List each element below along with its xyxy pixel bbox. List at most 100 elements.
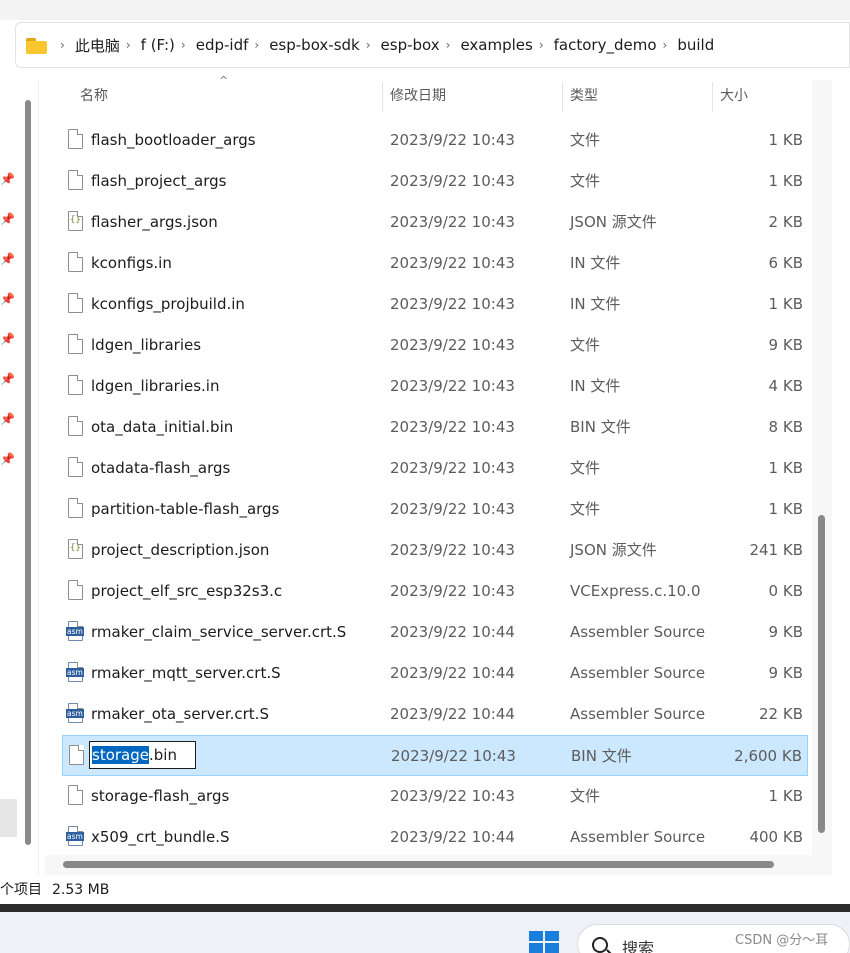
column-header-name[interactable]: 名称 [80,78,108,116]
navigation-selected-item[interactable] [0,799,17,837]
file-name[interactable]: kconfigs.in [91,243,172,284]
chevron-right-icon[interactable]: › [539,38,544,52]
breadcrumb-item[interactable]: factory_demo [554,36,657,54]
vertical-scrollbar-thumb[interactable] [818,515,825,833]
file-modified-date: 2023/9/22 10:43 [390,500,515,518]
breadcrumb-item[interactable]: esp-box-sdk [269,36,360,54]
breadcrumb-item[interactable]: esp-box [381,36,440,54]
file-row[interactable]: project_elf_src_esp32s3.c 2023/9/22 10:43… [62,571,808,612]
assembler-file-icon: asm [66,662,84,682]
column-divider[interactable] [712,82,713,112]
file-row[interactable]: asm rmaker_mqtt_server.crt.S 2023/9/22 10:… [62,653,808,694]
windows-start-icon[interactable] [529,931,559,953]
file-icon [68,129,83,149]
file-name[interactable]: storage-flash_args [91,776,229,817]
file-type: Assembler Source [570,664,706,682]
file-row[interactable]: asm rmaker_ota_server.crt.S 2023/9/22 10:4… [62,694,808,735]
column-header-size[interactable]: 大小 [720,78,748,116]
file-type: BIN 文件 [570,418,631,436]
json-file-icon: {} [68,211,83,231]
file-row[interactable]: ota_data_initial.bin 2023/9/22 10:43 BIN 文… [62,407,808,448]
file-size: 9 KB [768,623,803,641]
file-name[interactable]: ota_data_initial.bin [91,407,233,448]
file-row[interactable]: {} flasher_args.json 2023/9/22 10:43 JSON 源… [62,202,808,243]
file-name[interactable]: flasher_args.json [91,202,218,243]
file-row[interactable]: flash_project_args 2023/9/22 10:43 文件 1 KB [62,161,808,202]
column-header-date[interactable]: 修改日期 [390,78,446,116]
breadcrumb-item[interactable]: build [677,36,714,54]
file-row[interactable]: partition-table-flash_args 2023/9/22 10:4… [62,489,808,530]
chevron-right-icon[interactable]: › [126,38,131,52]
file-modified-date: 2023/9/22 10:43 [390,295,515,313]
file-name[interactable]: otadata-flash_args [91,448,230,489]
breadcrumb: › 此电脑 › f (F:) › edp-idf › esp-box-sdk › esp-box ›… [54,35,714,56]
address-bar[interactable]: › 此电脑 › f (F:) › edp-idf › esp-box-sdk › esp-box ›… [15,22,850,68]
column-header-row: 名称 ^ 修改日期 类型 大小 [62,74,808,116]
file-row[interactable]: kconfigs_projbuild.in 2023/9/22 10:43 IN 文… [62,284,808,325]
file-row[interactable]: asm x509_crt_bundle.S 2023/9/22 10:44 Assem… [62,817,808,858]
file-icon [69,745,84,765]
pin-icon: 📌 [0,292,15,306]
file-name[interactable]: project_description.json [91,530,269,571]
folder-icon [26,37,48,54]
file-type: Assembler Source [570,705,706,723]
chevron-right-icon[interactable]: › [181,38,186,52]
navigation-pane-scrollbar[interactable] [25,100,31,845]
file-row[interactable]: otadata-flash_args 2023/9/22 10:43 文件 1 KB [62,448,808,489]
chevron-right-icon[interactable]: › [366,38,371,52]
file-modified-date: 2023/9/22 10:43 [390,787,515,805]
status-selection-size: 2.53 MB [52,882,110,898]
pin-icon: 📌 [0,412,15,426]
column-divider[interactable] [562,82,563,112]
file-name[interactable]: kconfigs_projbuild.in [91,284,245,325]
breadcrumb-item[interactable]: f (F:) [141,36,175,54]
asm-badge: asm [66,832,84,841]
window-top-strip [0,0,850,20]
file-size: 1 KB [768,172,803,190]
file-row[interactable]: flash_bootloader_args 2023/9/22 10:43 文件 1 … [62,120,808,161]
breadcrumb-item[interactable]: examples [460,36,532,54]
file-row[interactable]: kconfigs.in 2023/9/22 10:43 IN 文件 6 KB [62,243,808,284]
breadcrumb-item[interactable]: edp-idf [196,36,249,54]
file-name[interactable]: partition-table-flash_args [91,489,279,530]
file-name[interactable]: rmaker_mqtt_server.crt.S [91,653,281,694]
file-name[interactable]: rmaker_claim_service_server.crt.S [91,612,346,653]
file-row[interactable]: ldgen_libraries.in 2023/9/22 10:43 IN 文件 4 … [62,366,808,407]
file-name[interactable]: project_elf_src_esp32s3.c [91,571,282,612]
search-icon [592,937,608,953]
file-size: 9 KB [768,336,803,354]
watermark: CSDN @分～耳 [735,933,829,948]
chevron-right-icon[interactable]: › [663,38,668,52]
horizontal-scrollbar-thumb[interactable] [63,861,774,868]
rename-input[interactable]: storage.bin [89,741,196,769]
file-name[interactable]: rmaker_ota_server.crt.S [91,694,269,735]
file-name[interactable]: ldgen_libraries [91,325,201,366]
file-type: IN 文件 [570,377,621,395]
column-divider[interactable] [382,82,383,112]
file-modified-date: 2023/9/22 10:44 [390,705,515,723]
file-modified-date: 2023/9/22 10:43 [390,459,515,477]
file-row[interactable]: ldgen_libraries 2023/9/22 10:43 文件 9 KB [62,325,808,366]
file-icon [68,785,83,805]
file-name[interactable]: x509_crt_bundle.S [91,817,230,858]
pin-icon: 📌 [0,212,15,226]
chevron-right-icon[interactable]: › [254,38,259,52]
file-type: 文件 [570,500,601,518]
file-size: 241 KB [749,541,803,559]
file-type: BIN 文件 [571,747,632,765]
file-name[interactable]: flash_project_args [91,161,226,202]
file-row[interactable]: asm rmaker_claim_service_server.crt.S 2023… [62,612,808,653]
breadcrumb-item[interactable]: 此电脑 [75,35,120,56]
status-item-count: 个项目 [0,882,42,898]
file-name[interactable]: flash_bootloader_args [91,120,256,161]
file-icon [68,334,83,354]
file-name[interactable]: ldgen_libraries.in [91,366,219,407]
file-row[interactable]: {} project_description.json 2023/9/22 10:4… [62,530,808,571]
column-header-type[interactable]: 类型 [570,78,598,116]
chevron-right-icon[interactable]: › [446,38,451,52]
file-icon [68,293,83,313]
file-row[interactable]: storage-flash_args 2023/9/22 10:43 文件 1 KB [62,776,808,817]
file-row[interactable]: storage.bin 2023/9/22 10:43 BIN 文件 2,600 KB [62,735,808,776]
file-icon [68,252,83,272]
chevron-right-icon[interactable]: › [60,38,65,52]
